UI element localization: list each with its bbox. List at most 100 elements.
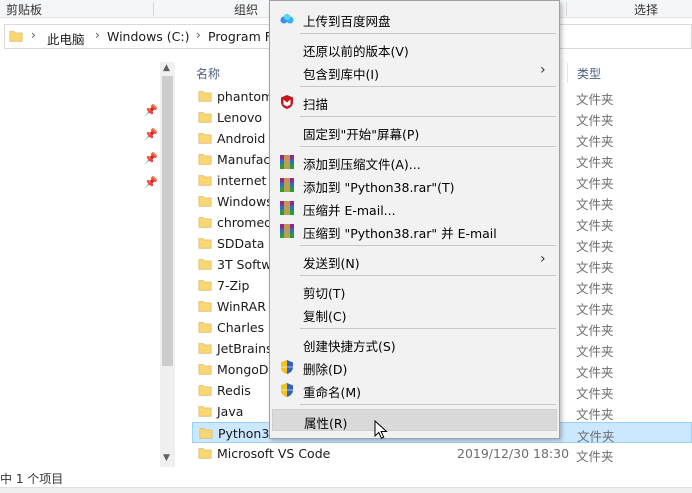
menu-item-compress-email[interactable]: 压缩并 E-mail...	[272, 197, 557, 219]
menu-item-copy[interactable]: 复制(C)	[272, 303, 557, 325]
navigation-pane: 📌 📌 📌 📌	[0, 58, 160, 468]
scrollbar-thumb[interactable]	[162, 76, 173, 366]
file-row[interactable]: Microsoft VS Code 2019/12/30 18:30 文件夹	[192, 443, 692, 464]
folder-icon	[198, 175, 212, 186]
file-type: 文件夹	[576, 92, 614, 107]
file-name: Java	[217, 404, 244, 419]
file-name: Manufac	[217, 152, 271, 167]
menu-item-scan[interactable]: 扫描	[272, 91, 557, 113]
menu-item-upload-baidu[interactable]: 上传到百度网盘	[272, 8, 557, 30]
file-name: phantom	[217, 89, 274, 104]
ribbon-separator	[566, 2, 567, 16]
chevron-right-icon[interactable]: ›	[95, 28, 100, 42]
folder-icon	[198, 406, 212, 417]
file-type: 文件夹	[576, 239, 614, 254]
file-name: Lenovo	[217, 110, 263, 125]
folder-icon	[198, 91, 212, 102]
menu-separator	[300, 86, 556, 87]
folder-icon	[198, 154, 212, 165]
winrar-icon	[280, 178, 294, 192]
file-type: 文件夹	[576, 113, 614, 128]
scroll-up-arrow-icon[interactable]: ▲	[163, 63, 170, 73]
chevron-right-icon[interactable]: ›	[196, 28, 201, 42]
file-name: Android	[217, 131, 266, 146]
pin-icon[interactable]: 📌	[144, 104, 158, 117]
winrar-icon	[280, 155, 294, 169]
file-type: 文件夹	[576, 197, 614, 212]
folder-icon	[198, 448, 212, 459]
menu-item-delete[interactable]: 删除(D)	[272, 356, 557, 378]
winrar-icon	[280, 201, 294, 215]
file-name: SDData	[217, 236, 265, 251]
file-type: 文件夹	[576, 155, 614, 170]
menu-item-create-shortcut[interactable]: 创建快捷方式(S)	[272, 333, 557, 355]
file-type: 文件夹	[576, 386, 614, 401]
file-name: MongoD	[217, 362, 269, 377]
submenu-arrow-icon: ›	[540, 251, 546, 267]
menu-item-compress-rar-email[interactable]: 压缩到 "Python38.rar" 并 E-mail	[272, 220, 557, 242]
menu-item-include-library[interactable]: 包含到库中(I) ›	[272, 61, 557, 83]
menu-separator	[300, 404, 556, 405]
menu-item-send-to[interactable]: 发送到(N) ›	[272, 250, 557, 272]
folder-icon	[198, 259, 212, 270]
folder-icon	[198, 322, 212, 333]
menu-item-rename[interactable]: 重命名(M)	[272, 379, 557, 401]
vertical-scrollbar[interactable]: ▲ ▼	[160, 62, 175, 467]
menu-item-add-archive[interactable]: 添加到压缩文件(A)...	[272, 151, 557, 173]
file-name: chromed	[217, 215, 273, 230]
file-type: 文件夹	[576, 449, 614, 464]
pin-icon[interactable]: 📌	[144, 128, 158, 141]
menu-separator	[300, 116, 556, 117]
file-type: 文件夹	[576, 218, 614, 233]
breadcrumb-drive-c[interactable]: Windows (C:)	[107, 29, 189, 44]
folder-icon	[198, 217, 212, 228]
file-name: Microsoft VS Code	[217, 446, 331, 461]
menu-separator	[300, 328, 556, 329]
status-text: 中 1 个项目	[0, 472, 64, 486]
context-menu: 上传到百度网盘 还原以前的版本(V) 包含到库中(I) › 扫描 固定到"开始"…	[269, 0, 560, 439]
folder-icon	[198, 112, 212, 123]
folder-icon	[198, 343, 212, 354]
ribbon-group-select[interactable]: 选择	[634, 1, 658, 18]
menu-item-pin-start[interactable]: 固定到"开始"屏幕(P)	[272, 121, 557, 143]
ribbon-group-clipboard[interactable]: 剪贴板	[6, 1, 42, 18]
menu-separator	[300, 146, 556, 147]
chevron-right-icon[interactable]: ›	[31, 28, 36, 42]
file-name: Redis	[217, 383, 251, 398]
folder-icon	[198, 385, 212, 396]
mouse-cursor-icon	[374, 420, 388, 439]
folder-icon	[198, 280, 212, 291]
folder-icon	[198, 364, 212, 375]
file-type: 文件夹	[576, 365, 614, 380]
ribbon-group-organize[interactable]: 组织	[234, 1, 258, 18]
column-separator[interactable]	[567, 63, 568, 83]
breadcrumb-program-files[interactable]: Program F	[208, 29, 272, 44]
file-type: 文件夹	[576, 134, 614, 149]
menu-separator	[300, 245, 556, 246]
column-header-name[interactable]: 名称	[196, 65, 220, 82]
scroll-down-arrow-icon[interactable]: ▼	[163, 453, 170, 463]
file-type: 文件夹	[576, 407, 614, 422]
pin-icon[interactable]: 📌	[144, 176, 158, 189]
column-header-type[interactable]: 类型	[577, 65, 601, 82]
file-type: 文件夹	[576, 176, 614, 191]
menu-separator	[300, 275, 556, 276]
baidu-netdisk-icon	[280, 13, 294, 24]
file-type: 文件夹	[576, 323, 614, 338]
file-type: 文件夹	[576, 260, 614, 275]
menu-item-properties[interactable]: 属性(R)	[272, 409, 557, 431]
file-type: 文件夹	[576, 344, 614, 359]
menu-item-add-rar[interactable]: 添加到 "Python38.rar"(T)	[272, 174, 557, 196]
file-name: WinRAR	[217, 299, 266, 314]
pin-icon[interactable]: 📌	[144, 152, 158, 165]
folder-icon	[199, 428, 213, 439]
file-type: 文件夹	[576, 281, 614, 296]
folder-icon	[198, 301, 212, 312]
horizontal-scrollbar[interactable]	[0, 487, 692, 493]
folder-icon	[9, 31, 23, 42]
file-name: Charles	[217, 320, 265, 335]
menu-item-cut[interactable]: 剪切(T)	[272, 280, 557, 302]
file-name: 3T Softw	[217, 257, 272, 272]
menu-item-restore-versions[interactable]: 还原以前的版本(V)	[272, 38, 557, 60]
breadcrumb-this-pc[interactable]: 此电脑	[47, 29, 85, 48]
